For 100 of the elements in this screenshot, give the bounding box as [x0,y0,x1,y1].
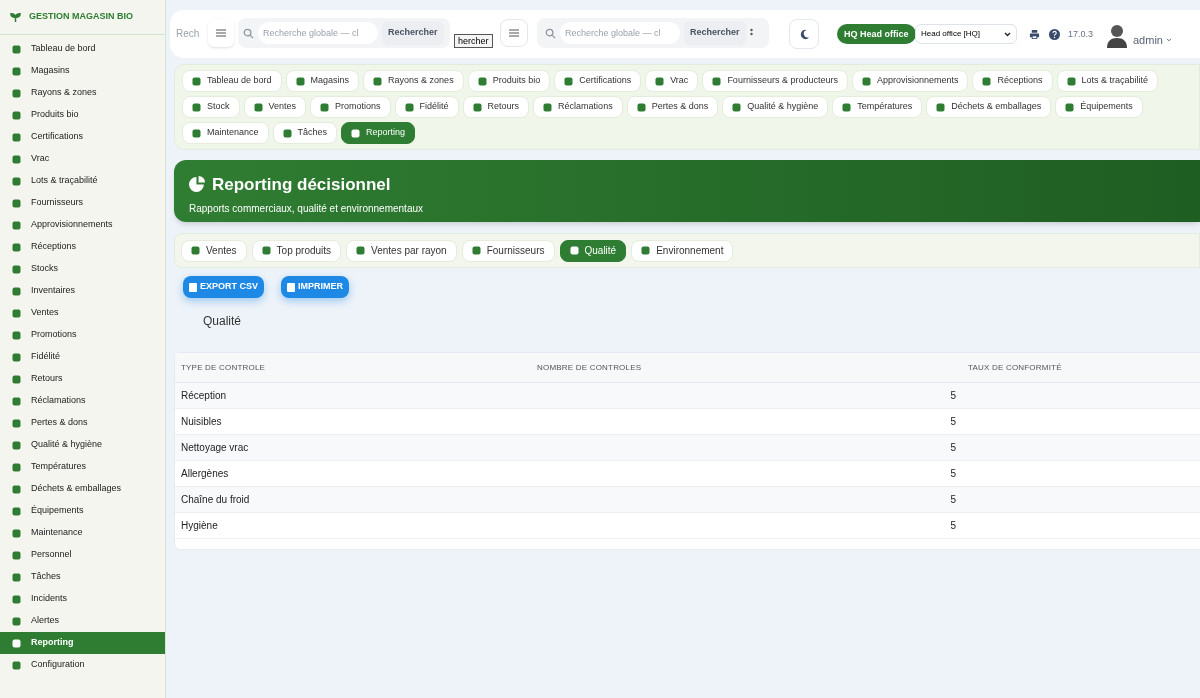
nav-chip[interactable]: Reporting [341,122,416,144]
sidebar-item[interactable]: Tableau de bord [0,38,165,60]
sidebar-item[interactable]: Équipements [0,500,165,522]
nav-chip[interactable]: Approvisionnements [851,70,969,92]
nav-chip[interactable]: Maintenance [182,122,269,144]
nav-chip[interactable]: Rayons & zones [363,70,464,92]
nav-chip[interactable]: Fidélité [394,96,459,118]
sidebar-item[interactable]: Réceptions [0,236,165,258]
square-icon [192,76,201,86]
nav-chip[interactable]: Produits bio [467,70,551,92]
table-cell: 5 [950,416,956,427]
sidebar-item[interactable]: Vrac [0,148,165,170]
search-button[interactable]: hercher [454,34,493,48]
square-icon [732,102,742,112]
nav-chip[interactable]: Équipements [1055,96,1143,118]
nav-chip[interactable]: Déchets & emballages [926,96,1052,118]
sidebar-item[interactable]: Maintenance [0,522,165,544]
nav-chip[interactable]: Certifications [554,70,642,92]
square-icon [982,76,992,86]
sidebar-item[interactable]: Alertes [0,610,165,632]
square-icon [12,594,21,604]
nav-chip[interactable]: Fournisseurs & producteurs [702,70,848,92]
search-icon [243,27,254,39]
sidebar-item[interactable]: Qualité & hygiène [0,434,165,456]
export-button[interactable]: EXPORT CSV [183,276,264,298]
column-header: TYPE DE CONTROLE [180,361,267,374]
nav-chip[interactable]: Fournisseurs [461,239,555,262]
search-field[interactable]: Recherche globale — cl [560,22,680,44]
sidebar-item[interactable]: Pertes & dons [0,412,165,434]
sidebar-item[interactable]: Déchets & emballages [0,478,165,500]
square-icon [282,128,292,138]
sidebar-item[interactable]: Réclamations [0,390,165,412]
nav-chip[interactable]: Retours [462,96,530,118]
nav-chip[interactable]: Ventes [181,239,247,262]
sidebar-item[interactable]: Fidélité [0,346,165,368]
search-button[interactable]: Rechercher [684,21,746,45]
square-icon [12,286,21,296]
nav-chip[interactable]: Tâches [272,122,338,144]
sidebar-item[interactable]: Configuration [0,654,165,676]
sidebar-item[interactable]: Fournisseurs [0,192,165,214]
sidebar-item[interactable]: Personnel [0,544,165,566]
table-cell: 5 [950,468,956,479]
nav-chip[interactable]: Magasins [285,70,360,92]
report-title: Qualité [203,313,243,330]
chevron-down-icon [1165,38,1172,43]
table-cell: Nettoyage vrac [181,442,249,453]
search-field[interactable]: Recherche globale — cl [258,22,378,44]
square-icon [12,66,21,76]
table-cell: 5 [950,494,956,505]
nav-chip[interactable]: Réceptions [972,70,1053,92]
nav-chip[interactable]: Pertes & dons [626,96,719,118]
square-icon [12,638,21,648]
sidebar-item[interactable]: Reporting [0,632,165,654]
nav-chip[interactable]: Top produits [251,239,342,262]
square-icon [12,110,21,120]
nav-chip[interactable]: Stock [182,96,240,118]
help-icon[interactable] [1049,29,1060,40]
nav-chip[interactable]: Ventes [243,96,307,118]
print-icon[interactable] [1029,29,1040,40]
nav-chip[interactable]: Vrac [645,70,699,92]
nav-chip[interactable]: Ventes par rayon [346,239,457,262]
sidebar-item[interactable]: Lots & traçabilité [0,170,165,192]
version-label: 17.0.3 [1068,28,1094,41]
print-button[interactable]: IMPRIMER [281,276,349,298]
nav-chip[interactable]: Tableau de bord [182,70,282,92]
sidebar-item[interactable]: Rayons & zones [0,82,165,104]
square-icon [12,154,21,164]
search-button[interactable]: Rechercher [382,21,444,45]
square-icon [12,572,21,582]
sidebar-item[interactable]: Certifications [0,126,165,148]
sidebar-item[interactable]: Approvisionnements [0,214,165,236]
nav-chip[interactable]: Qualité & hygiène [722,96,829,118]
store-select[interactable]: Head office [HQ] [915,24,1017,44]
square-icon [253,102,263,112]
chevron-down-icon [1004,31,1011,37]
page-title: Reporting décisionnel [212,174,391,196]
nav-chip[interactable]: Températures [832,96,923,118]
theme-toggle-button[interactable] [789,19,819,49]
sidebar-item[interactable]: Inventaires [0,280,165,302]
sidebar-item[interactable]: Températures [0,456,165,478]
sidebar-item[interactable]: Ventes [0,302,165,324]
nav-chip[interactable]: Qualité [559,239,627,262]
square-icon [471,246,481,255]
nav-chip[interactable]: Lots & traçabilité [1056,70,1159,92]
sidebar-item[interactable]: Promotions [0,324,165,346]
sidebar-item[interactable]: Incidents [0,588,165,610]
sidebar-item[interactable]: Retours [0,368,165,390]
square-icon [192,102,201,112]
avatar-icon [1107,24,1127,48]
user-menu[interactable]: admin [1133,32,1172,49]
nav-chip[interactable]: Promotions [310,96,391,118]
sidebar-item[interactable]: Tâches [0,566,165,588]
square-icon [636,102,646,112]
square-icon [295,76,305,86]
sidebar-item[interactable]: Magasins [0,60,165,82]
sidebar-item[interactable]: Produits bio [0,104,165,126]
sidebar-item[interactable]: Stocks [0,258,165,280]
nav-chip[interactable]: Réclamations [533,96,623,118]
square-icon [373,76,383,86]
nav-chip[interactable]: Environnement [631,239,734,262]
